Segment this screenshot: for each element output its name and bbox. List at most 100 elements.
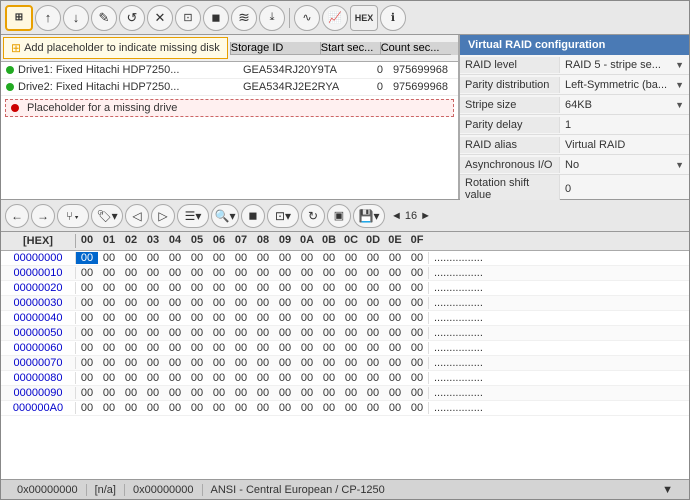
hex-byte-1-6[interactable]: 00	[208, 267, 230, 279]
hex-byte-4-11[interactable]: 00	[318, 312, 340, 324]
hex-byte-5-0[interactable]: 00	[76, 327, 98, 339]
hex-byte-2-14[interactable]: 00	[384, 282, 406, 294]
hex-byte-10-9[interactable]: 00	[274, 402, 296, 414]
hex-byte-5-4[interactable]: 00	[164, 327, 186, 339]
hex-byte-7-15[interactable]: 00	[406, 357, 428, 369]
hex-byte-4-4[interactable]: 00	[164, 312, 186, 324]
hex-byte-4-7[interactable]: 00	[230, 312, 252, 324]
async-io-value[interactable]: No ▼	[560, 157, 689, 173]
hex-byte-0-0[interactable]: 00	[76, 252, 98, 264]
hex-byte-7-12[interactable]: 00	[340, 357, 362, 369]
hex-byte-7-6[interactable]: 00	[208, 357, 230, 369]
hex-byte-2-13[interactable]: 00	[362, 282, 384, 294]
hex-byte-8-9[interactable]: 00	[274, 372, 296, 384]
hex-byte-1-7[interactable]: 00	[230, 267, 252, 279]
hex-byte-7-8[interactable]: 00	[252, 357, 274, 369]
hex-byte-4-15[interactable]: 00	[406, 312, 428, 324]
hex-byte-3-13[interactable]: 00	[362, 297, 384, 309]
move-up-button[interactable]: ↑	[35, 5, 61, 31]
hex-byte-4-3[interactable]: 00	[142, 312, 164, 324]
hex-byte-0-12[interactable]: 00	[340, 252, 362, 264]
hex-byte-4-0[interactable]: 00	[76, 312, 98, 324]
chart-button[interactable]: 📈	[322, 5, 348, 31]
hex-offset-6[interactable]: 00000060	[1, 342, 76, 354]
wave-button[interactable]: ∿	[294, 5, 320, 31]
hex-byte-4-2[interactable]: 00	[120, 312, 142, 324]
encoding-dropdown-arrow[interactable]: ▼	[662, 484, 673, 496]
lock-button[interactable]: ▣	[327, 204, 351, 228]
hex-byte-9-6[interactable]: 00	[208, 387, 230, 399]
hex-byte-5-15[interactable]: 00	[406, 327, 428, 339]
hex-byte-0-4[interactable]: 00	[164, 252, 186, 264]
hex-byte-5-9[interactable]: 00	[274, 327, 296, 339]
hex-byte-5-14[interactable]: 00	[384, 327, 406, 339]
hex-byte-0-3[interactable]: 00	[142, 252, 164, 264]
hex-byte-1-1[interactable]: 00	[98, 267, 120, 279]
hex-byte-8-5[interactable]: 00	[186, 372, 208, 384]
hex-byte-7-9[interactable]: 00	[274, 357, 296, 369]
hex-byte-5-8[interactable]: 00	[252, 327, 274, 339]
hex-mode-button[interactable]: HEX	[350, 5, 378, 31]
hex-byte-7-0[interactable]: 00	[76, 357, 98, 369]
hex-byte-7-14[interactable]: 00	[384, 357, 406, 369]
hex-byte-0-9[interactable]: 00	[274, 252, 296, 264]
hex-byte-1-0[interactable]: 00	[76, 267, 98, 279]
bookmark-button[interactable]: 🏷▾	[91, 204, 123, 228]
hex-byte-4-1[interactable]: 00	[98, 312, 120, 324]
hex-byte-3-10[interactable]: 00	[296, 297, 318, 309]
save-as-button[interactable]: 💾▾	[353, 204, 385, 228]
parity-dist-value[interactable]: Left-Symmetric (ba... ▼	[560, 77, 689, 93]
hex-byte-6-5[interactable]: 00	[186, 342, 208, 354]
hex-byte-0-6[interactable]: 00	[208, 252, 230, 264]
hex-byte-9-15[interactable]: 00	[406, 387, 428, 399]
hex-byte-5-2[interactable]: 00	[120, 327, 142, 339]
hex-offset-2[interactable]: 00000020	[1, 282, 76, 294]
hex-offset-10[interactable]: 000000A0	[1, 402, 76, 414]
export-button[interactable]: ⤓	[259, 5, 285, 31]
hex-byte-7-2[interactable]: 00	[120, 357, 142, 369]
hex-byte-6-8[interactable]: 00	[252, 342, 274, 354]
hex-offset-1[interactable]: 00000010	[1, 267, 76, 279]
hex-byte-8-1[interactable]: 00	[98, 372, 120, 384]
hex-byte-3-7[interactable]: 00	[230, 297, 252, 309]
hex-byte-8-2[interactable]: 00	[120, 372, 142, 384]
hex-offset-0[interactable]: 00000000	[1, 252, 76, 264]
nav-back-button[interactable]: ←	[5, 204, 29, 228]
hex-byte-5-7[interactable]: 00	[230, 327, 252, 339]
hex-byte-8-12[interactable]: 00	[340, 372, 362, 384]
hex-byte-1-9[interactable]: 00	[274, 267, 296, 279]
hex-byte-2-5[interactable]: 00	[186, 282, 208, 294]
hex-byte-3-4[interactable]: 00	[164, 297, 186, 309]
hex-byte-6-15[interactable]: 00	[406, 342, 428, 354]
hex-byte-8-7[interactable]: 00	[230, 372, 252, 384]
hex-byte-1-12[interactable]: 00	[340, 267, 362, 279]
hex-byte-0-5[interactable]: 00	[186, 252, 208, 264]
hex-byte-8-14[interactable]: 00	[384, 372, 406, 384]
hex-byte-6-14[interactable]: 00	[384, 342, 406, 354]
hex-byte-1-15[interactable]: 00	[406, 267, 428, 279]
hex-byte-10-13[interactable]: 00	[362, 402, 384, 414]
hex-byte-9-2[interactable]: 00	[120, 387, 142, 399]
hex-byte-5-3[interactable]: 00	[142, 327, 164, 339]
hex-byte-2-9[interactable]: 00	[274, 282, 296, 294]
hex-byte-9-0[interactable]: 00	[76, 387, 98, 399]
hex-byte-0-10[interactable]: 00	[296, 252, 318, 264]
stripe-size-value[interactable]: 64KB ▼	[560, 97, 689, 113]
page-nav-prev[interactable]: ◄	[391, 210, 402, 222]
hex-byte-1-8[interactable]: 00	[252, 267, 274, 279]
hex-byte-5-5[interactable]: 00	[186, 327, 208, 339]
nav-forward-button[interactable]: →	[31, 204, 55, 228]
hex-byte-6-0[interactable]: 00	[76, 342, 98, 354]
status-encoding[interactable]: ANSI - Central European / CP-1250 ▼	[203, 484, 681, 496]
hex-byte-9-1[interactable]: 00	[98, 387, 120, 399]
hex-byte-4-5[interactable]: 00	[186, 312, 208, 324]
parity-delay-value[interactable]: 1	[560, 117, 689, 133]
hex-byte-1-5[interactable]: 00	[186, 267, 208, 279]
hex-byte-9-7[interactable]: 00	[230, 387, 252, 399]
hex-byte-10-14[interactable]: 00	[384, 402, 406, 414]
hex-byte-3-14[interactable]: 00	[384, 297, 406, 309]
hex-byte-0-2[interactable]: 00	[120, 252, 142, 264]
hex-offset-4[interactable]: 00000040	[1, 312, 76, 324]
hex-byte-7-13[interactable]: 00	[362, 357, 384, 369]
hex-byte-0-14[interactable]: 00	[384, 252, 406, 264]
